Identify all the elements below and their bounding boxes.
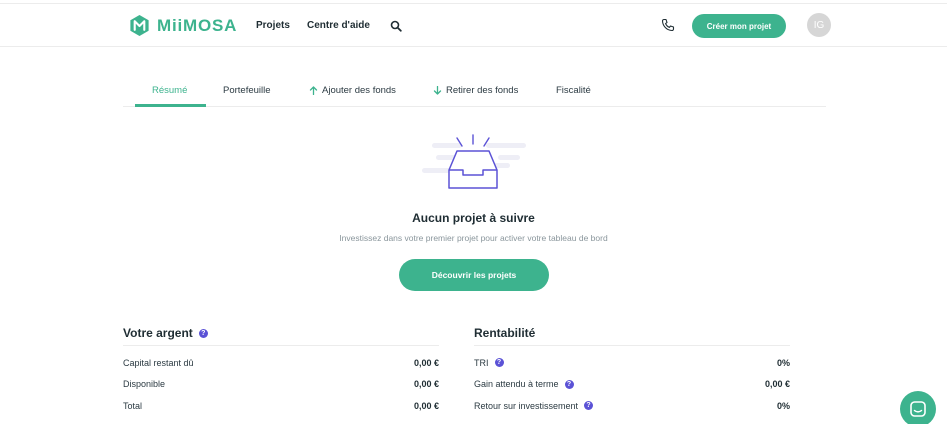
returns-row-roi: Retour sur investissement ? 0% — [474, 395, 790, 417]
row-value: 0,00 € — [413, 400, 439, 411]
empty-state-title: Aucun projet à suivre — [412, 211, 535, 225]
money-panel: Votre argent ? Capital restant dû 0,00 €… — [123, 325, 439, 417]
row-value: 0% — [776, 400, 790, 411]
tab-portefeuille[interactable]: Portefeuille — [223, 85, 271, 96]
row-label: Total — [123, 400, 143, 411]
top-navbar: MiiMOSA Projets Centre d'aide Créer mon … — [0, 5, 947, 47]
row-value: 0% — [776, 357, 790, 368]
top-border — [0, 0, 947, 4]
tab-retirer-fonds[interactable]: Retirer des fonds — [433, 85, 518, 96]
chat-launcher-button[interactable] — [900, 391, 936, 424]
help-icon[interactable]: ? — [198, 328, 208, 338]
row-value: 0,00 € — [413, 357, 439, 368]
empty-state-subtitle: Investissez dans votre premier projet po… — [339, 233, 608, 243]
logo-badge-icon — [130, 14, 149, 37]
chat-icon — [910, 401, 926, 417]
row-label: Disponible — [123, 379, 166, 390]
tab-ajouter-fonds[interactable]: Ajouter des fonds — [309, 85, 396, 96]
help-icon[interactable]: ? — [584, 401, 594, 411]
arrow-up-icon — [309, 86, 318, 95]
nav-link-projets[interactable]: Projets — [256, 20, 290, 31]
discover-projects-button[interactable]: Découvrir les projets — [399, 259, 549, 291]
tab-fiscalite[interactable]: Fiscalité — [556, 85, 591, 96]
active-tab-indicator — [135, 104, 206, 107]
tab-ajouter-fonds-label: Ajouter des fonds — [322, 85, 396, 96]
brand-logo[interactable]: MiiMOSA — [128, 14, 237, 37]
help-icon[interactable]: ? — [494, 358, 504, 368]
row-label-text: TRI — [474, 357, 489, 368]
tab-retirer-fonds-label: Retirer des fonds — [446, 85, 519, 96]
row-label: Retour sur investissement ? — [474, 400, 594, 411]
row-value: 0,00 € — [413, 379, 439, 390]
money-panel-title-text: Votre argent — [123, 326, 193, 340]
row-label: Capital restant dû — [123, 357, 194, 368]
row-label-text: Gain attendu à terme — [474, 379, 559, 390]
arrow-down-icon — [433, 86, 442, 95]
dashboard-tabs: Résumé Portefeuille Ajouter des fonds Re… — [123, 80, 826, 107]
create-project-button[interactable]: Créer mon projet — [692, 14, 786, 38]
divider — [123, 345, 439, 346]
brand-name: MiiMOSA — [157, 15, 238, 35]
phone-icon[interactable] — [661, 18, 675, 32]
money-panel-title: Votre argent ? — [123, 325, 439, 341]
avatar[interactable]: IG — [807, 13, 831, 37]
money-row-disponible: Disponible 0,00 € — [123, 374, 439, 396]
row-label-text: Retour sur investissement — [474, 400, 579, 411]
returns-panel: Rentabilité TRI ? 0% Gain attendu à term… — [474, 325, 790, 417]
search-icon[interactable] — [390, 20, 402, 32]
returns-row-tri: TRI ? 0% — [474, 352, 790, 374]
row-label: TRI ? — [474, 358, 504, 368]
divider — [474, 345, 790, 346]
row-label: Gain attendu à terme ? — [474, 379, 574, 389]
help-icon[interactable]: ? — [564, 379, 574, 389]
empty-inbox-icon — [422, 134, 526, 189]
money-row-capital: Capital restant dû 0,00 € — [123, 352, 439, 374]
tab-resume[interactable]: Résumé — [152, 85, 187, 96]
row-value: 0,00 € — [764, 379, 790, 390]
returns-row-gain: Gain attendu à terme ? 0,00 € — [474, 374, 790, 396]
returns-panel-title: Rentabilité — [474, 326, 536, 340]
money-row-total: Total 0,00 € — [123, 395, 439, 417]
nav-link-centre-aide[interactable]: Centre d'aide — [307, 20, 370, 31]
